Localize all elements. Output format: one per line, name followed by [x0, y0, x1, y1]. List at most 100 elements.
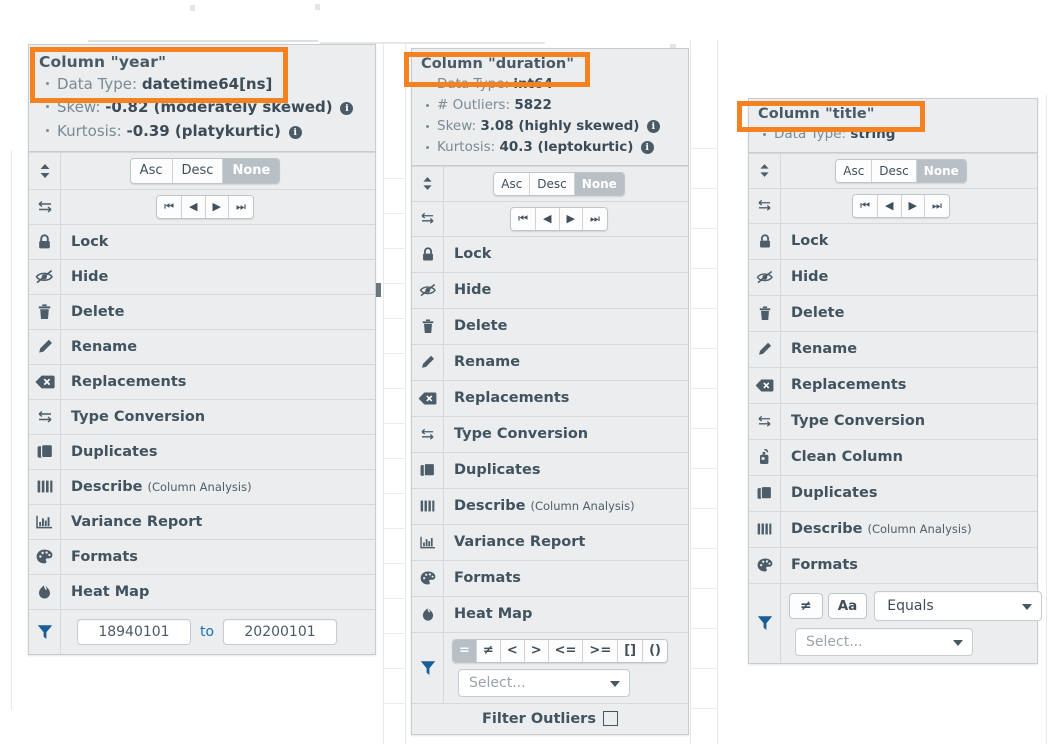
menu-item-formats[interactable]: Formats: [749, 546, 1037, 583]
delete-icon: [749, 295, 781, 331]
filter-value-select[interactable]: Select...: [795, 627, 973, 656]
menu-item-label: Lock: [71, 233, 109, 250]
operator-greater-equal-button[interactable]: >=: [582, 639, 618, 662]
sort-none-button[interactable]: None: [915, 159, 966, 182]
duplicates-icon: [29, 434, 61, 469]
menu-item-formats[interactable]: Formats: [29, 538, 375, 574]
menu-item-lock[interactable]: Lock: [29, 223, 375, 259]
info-icon[interactable]: i: [640, 140, 654, 154]
filter-range-to-input[interactable]: [223, 618, 338, 645]
menu-item-label: Hide: [454, 282, 492, 299]
filter-operator-group[interactable]: = ≠ < > <= >= [] (): [452, 638, 668, 663]
move-last-button[interactable]: ⏭: [227, 195, 253, 218]
move-next-button[interactable]: ▶: [204, 195, 228, 218]
column-title: Column "title": [758, 106, 875, 122]
menu-item-duplicates[interactable]: Duplicates: [29, 433, 375, 469]
info-icon[interactable]: i: [646, 119, 660, 133]
menu-item-delete[interactable]: Delete: [412, 307, 688, 344]
column-menu-duration[interactable]: Column "duration" Data Type: int64 # Out…: [411, 48, 689, 735]
detail-skew: Skew: -0.82 (moderately skewed) i: [46, 96, 365, 119]
menu-item-duplicates[interactable]: Duplicates: [412, 451, 688, 488]
menu-item-hide[interactable]: Hide: [412, 271, 688, 308]
menu-item-replacements[interactable]: Replacements: [412, 379, 688, 416]
operator-inclusive-range-button[interactable]: []: [617, 639, 643, 662]
operator-exclusive-range-button[interactable]: (): [642, 639, 667, 662]
sort-button-group[interactable]: Asc Desc None: [493, 171, 625, 196]
sort-button-group[interactable]: Asc Desc None: [835, 158, 967, 183]
menu-item-type-conversion[interactable]: Type Conversion: [412, 415, 688, 452]
menu-item-describe[interactable]: Describe (Column Analysis): [749, 510, 1037, 547]
detail-data-type: Data Type: int64: [426, 74, 679, 95]
move-button-group[interactable]: ⏮ ◀ ▶ ⏭: [156, 194, 254, 219]
menu-item-hide[interactable]: Hide: [29, 258, 375, 294]
column-menu-year[interactable]: Column "year" Data Type: datetime64[ns] …: [28, 44, 376, 655]
filter-outliers-checkbox[interactable]: [602, 711, 618, 727]
menu-item-variance-report[interactable]: Variance Report: [412, 523, 688, 560]
filter-row: = ≠ < > <= >= [] () Select...: [412, 631, 688, 703]
move-icon: [412, 201, 444, 236]
move-row: ⏮ ◀ ▶ ⏭: [749, 187, 1037, 223]
sort-button-group[interactable]: Asc Desc None: [129, 157, 281, 184]
move-prev-button[interactable]: ◀: [535, 207, 559, 230]
info-icon[interactable]: i: [340, 102, 354, 116]
column-title: Column "duration": [421, 56, 575, 72]
menu-item-variance-report[interactable]: Variance Report: [29, 503, 375, 539]
menu-item-rename[interactable]: Rename: [412, 343, 688, 380]
move-last-button[interactable]: ⏭: [923, 194, 949, 217]
filter-outliers-row[interactable]: Filter Outliers: [412, 702, 688, 734]
menu-item-heat-map[interactable]: Heat Map: [29, 573, 375, 609]
menu-item-rename[interactable]: Rename: [29, 328, 375, 364]
menu-item-lock[interactable]: Lock: [412, 235, 688, 272]
menu-item-type-conversion[interactable]: Type Conversion: [29, 398, 375, 434]
menu-item-heat-map[interactable]: Heat Map: [412, 595, 688, 632]
menu-item-delete[interactable]: Delete: [29, 293, 375, 329]
filter-mode-select[interactable]: Equals: [874, 590, 1043, 621]
filter-icon: [412, 632, 444, 703]
move-first-button[interactable]: ⏮: [511, 207, 536, 230]
info-icon[interactable]: i: [288, 125, 302, 139]
move-next-button[interactable]: ▶: [558, 207, 582, 230]
menu-item-clean-column[interactable]: Clean Column: [749, 438, 1037, 475]
menu-item-describe[interactable]: Describe (Column Analysis): [29, 468, 375, 504]
menu-item-rename[interactable]: Rename: [749, 330, 1037, 367]
operator-less-than-button[interactable]: <: [499, 639, 524, 662]
menu-item-describe[interactable]: Describe (Column Analysis): [412, 487, 688, 524]
sort-none-button[interactable]: None: [573, 172, 624, 195]
sort-desc-button[interactable]: Desc: [871, 159, 916, 182]
operator-equals-button[interactable]: =: [453, 639, 476, 662]
move-prev-button[interactable]: ◀: [877, 194, 901, 217]
filter-negate-button[interactable]: ≠: [789, 592, 823, 619]
column-menu-title[interactable]: Column "title" Data Type: string Asc Des…: [748, 98, 1043, 664]
sort-asc-button[interactable]: Asc: [494, 172, 530, 195]
operator-greater-than-button[interactable]: >: [523, 639, 548, 662]
move-first-button[interactable]: ⏮: [157, 195, 182, 218]
menu-item-lock[interactable]: Lock: [749, 222, 1037, 259]
menu-item-replacements[interactable]: Replacements: [29, 363, 375, 399]
move-prev-button[interactable]: ◀: [181, 195, 205, 218]
filter-range-from-input[interactable]: [76, 618, 191, 645]
sort-desc-button[interactable]: Desc: [529, 172, 574, 195]
filter-row: to: [29, 608, 375, 654]
move-next-button[interactable]: ▶: [900, 194, 924, 217]
menu-item-formats[interactable]: Formats: [412, 559, 688, 596]
operator-not-equals-button[interactable]: ≠: [475, 639, 500, 662]
move-last-button[interactable]: ⏭: [581, 207, 607, 230]
menu-item-delete[interactable]: Delete: [749, 294, 1037, 331]
rename-icon: [29, 329, 61, 364]
move-first-button[interactable]: ⏮: [853, 194, 878, 217]
menu-item-type-conversion[interactable]: Type Conversion: [749, 402, 1037, 439]
menu-item-duplicates[interactable]: Duplicates: [749, 474, 1037, 511]
move-button-group[interactable]: ⏮ ◀ ▶ ⏭: [852, 193, 950, 218]
move-button-group[interactable]: ⏮ ◀ ▶ ⏭: [510, 206, 608, 231]
filter-value-select[interactable]: Select...: [458, 668, 630, 697]
sort-asc-button[interactable]: Asc: [836, 159, 872, 182]
menu-item-hide[interactable]: Hide: [749, 258, 1037, 295]
lock-icon: [412, 236, 444, 272]
hide-icon: [29, 259, 61, 294]
filter-case-sensitive-button[interactable]: Aa: [827, 592, 868, 619]
sort-desc-button[interactable]: Desc: [171, 158, 223, 183]
sort-none-button[interactable]: None: [222, 158, 280, 183]
sort-asc-button[interactable]: Asc: [130, 158, 172, 183]
menu-item-replacements[interactable]: Replacements: [749, 366, 1037, 403]
operator-less-equal-button[interactable]: <=: [547, 639, 583, 662]
